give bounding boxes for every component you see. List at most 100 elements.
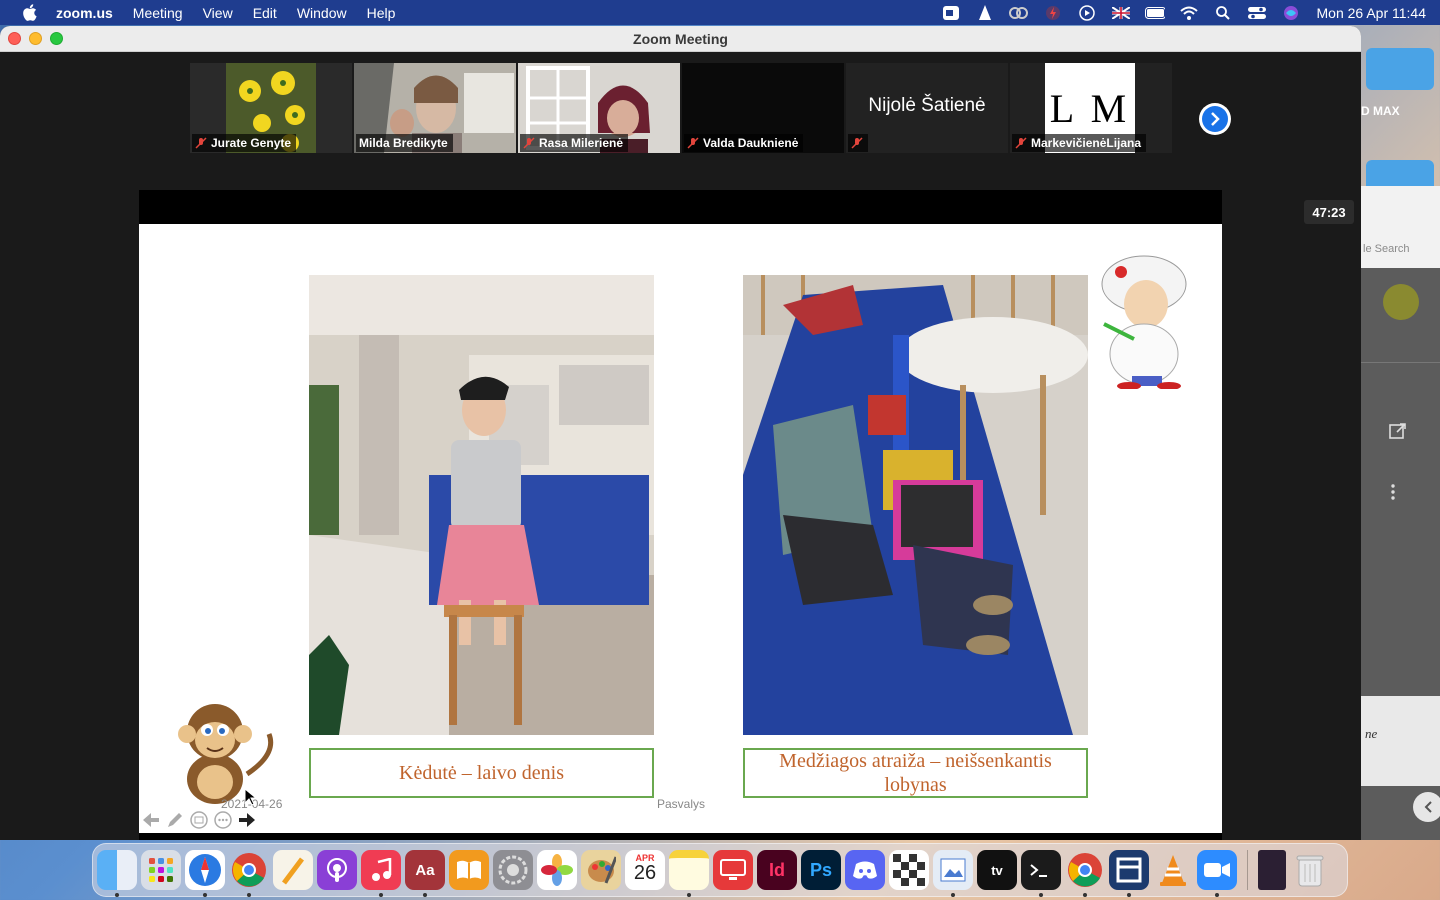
background-text-area: ne <box>1361 696 1440 786</box>
more-options-icon[interactable] <box>1391 484 1395 505</box>
zoom-icon[interactable] <box>1197 850 1237 897</box>
slide-photo-fabric-play <box>743 275 1088 735</box>
slide-photo-child-chair <box>309 275 654 735</box>
terminal-icon[interactable] <box>1021 850 1061 897</box>
participant-nameplate: Rasa Milerienė <box>520 134 629 152</box>
background-avatar[interactable] <box>1383 284 1419 320</box>
slide-caption-right-text: Medžiagos atraiža – neišsenkantis lobyna… <box>779 750 1052 796</box>
pen-tool-icon[interactable] <box>165 810 185 830</box>
background-search-placeholder[interactable]: le Search <box>1363 243 1409 255</box>
safari-icon[interactable] <box>185 850 225 897</box>
slide-caption-left: Kėdutė – laivo denis <box>309 748 654 798</box>
play-status-icon[interactable] <box>1077 4 1097 21</box>
wifi-icon[interactable] <box>1179 5 1199 21</box>
vlc-status-icon[interactable] <box>975 4 995 21</box>
window-titlebar[interactable]: Zoom Meeting <box>0 26 1361 52</box>
participant-tile-active-speaker[interactable]: Milda Bredikyte <box>354 63 516 153</box>
participant-tile[interactable]: Jurate Genyte <box>190 63 352 153</box>
menu-window[interactable]: Window <box>297 5 347 21</box>
participant-nameplate: MarkevičienėLijana <box>1012 134 1147 152</box>
participant-tile[interactable]: Valda Dauknienė <box>682 63 844 153</box>
slide-caption-right: Medžiagos atraiža – neišsenkantis lobyna… <box>743 748 1088 798</box>
window-controls <box>8 32 63 45</box>
vlc-icon[interactable] <box>1153 850 1193 890</box>
system-preferences-icon[interactable] <box>493 850 533 890</box>
music-icon[interactable] <box>361 850 401 897</box>
preview-icon[interactable] <box>933 850 973 897</box>
apple-tv-icon[interactable]: tv <box>977 850 1017 890</box>
uk-flag-icon[interactable] <box>1111 5 1131 21</box>
participant-nameplate: Valda Dauknienė <box>684 134 804 152</box>
calendar-icon[interactable]: APR 26 <box>625 850 665 890</box>
notes-icon[interactable] <box>669 850 709 897</box>
next-participants-button[interactable] <box>1199 103 1231 135</box>
launchpad-icon[interactable] <box>141 850 181 890</box>
muted-mic-icon <box>1015 137 1027 149</box>
paint-icon[interactable] <box>581 850 621 890</box>
participant-name: Milda Bredikyte <box>359 136 448 150</box>
bolt-status-icon[interactable] <box>1043 5 1063 21</box>
shared-screen: Kėdutė – laivo denis Medžiagos atraiža –… <box>139 190 1222 840</box>
books-icon[interactable] <box>449 850 489 890</box>
scientist-cartoon-image <box>1094 254 1204 390</box>
participant-nameplate: Milda Bredikyte <box>356 134 453 152</box>
screen-sharing-icon[interactable] <box>713 850 753 890</box>
participant-tile[interactable]: L M MarkevičienėLijana <box>1010 63 1172 153</box>
window-manager-icon[interactable] <box>1109 850 1149 897</box>
collapse-panel-button[interactable] <box>1413 792 1440 822</box>
chrome-icon[interactable] <box>229 850 269 897</box>
presentation-slide: Kėdutė – laivo denis Medžiagos atraiža –… <box>139 224 1222 833</box>
muted-mic-icon <box>687 137 699 149</box>
next-slide-icon[interactable] <box>237 810 257 830</box>
menu-help[interactable]: Help <box>367 5 396 21</box>
chrome-alt-icon[interactable] <box>1065 850 1105 897</box>
muted-mic-icon <box>195 137 207 149</box>
participant-name: Valda Dauknienė <box>703 136 799 150</box>
menu-meeting[interactable]: Meeting <box>133 5 183 21</box>
zoom-window: Zoom Meeting Jurate Genyte Milda Brediky… <box>0 26 1361 840</box>
meeting-timer: 47:23 <box>1304 200 1354 224</box>
previous-slide-icon[interactable] <box>141 810 161 830</box>
background-italic-text: ne <box>1365 726 1378 741</box>
background-divider <box>1361 362 1440 363</box>
menu-edit[interactable]: Edit <box>253 5 277 21</box>
creative-cloud-icon[interactable] <box>1008 5 1029 21</box>
finder-icon[interactable] <box>97 850 137 897</box>
participant-display-name: Nijolė Šatienė <box>868 95 986 116</box>
muted-mic-icon <box>523 137 535 149</box>
participant-strip: Jurate Genyte Milda Bredikyte Rasa Miler… <box>190 63 1172 153</box>
maximize-window-button[interactable] <box>50 32 63 45</box>
book-cover-icon[interactable] <box>1258 850 1286 890</box>
participant-tile[interactable]: Rasa Milerienė <box>518 63 680 153</box>
spotlight-search-icon[interactable] <box>1213 5 1233 21</box>
dock: Aa APR 26 Id Ps tv <box>92 843 1348 897</box>
battery-icon[interactable] <box>1144 5 1165 21</box>
slide-footer: Pasvalys <box>657 797 706 811</box>
dictionary-icon[interactable]: Aa <box>405 850 445 897</box>
close-window-button[interactable] <box>8 32 21 45</box>
siri-icon[interactable] <box>1281 5 1301 21</box>
podcasts-icon[interactable] <box>317 850 357 890</box>
control-center-icon[interactable] <box>1247 5 1267 21</box>
slides-menu-icon[interactable] <box>189 810 209 830</box>
menu-app-name[interactable]: zoom.us <box>56 5 113 21</box>
participant-tile[interactable]: Nijolė Šatienė <box>846 63 1008 153</box>
minimize-window-button[interactable] <box>29 32 42 45</box>
chess-icon[interactable] <box>889 850 929 890</box>
muted-mic-icon <box>851 137 863 149</box>
trash-icon[interactable] <box>1290 850 1330 890</box>
pages-icon[interactable] <box>273 850 313 890</box>
photos-icon[interactable] <box>537 850 577 890</box>
slide-caption-left-text: Kėdutė – laivo denis <box>399 762 564 784</box>
indesign-icon[interactable]: Id <box>757 850 797 890</box>
menubar-clock[interactable]: Mon 26 Apr 11:44 <box>1317 5 1426 21</box>
apple-icon[interactable] <box>20 4 38 22</box>
more-options-icon[interactable] <box>213 810 233 830</box>
menu-view[interactable]: View <box>203 5 233 21</box>
open-external-icon[interactable] <box>1389 422 1407 445</box>
menu-status-area: Mon 26 Apr 11:44 <box>941 0 1426 25</box>
photoshop-icon[interactable]: Ps <box>801 850 841 890</box>
discord-icon[interactable] <box>845 850 885 890</box>
desktop-folder-icon[interactable] <box>1366 48 1434 90</box>
zoom-status-icon[interactable] <box>941 5 961 21</box>
